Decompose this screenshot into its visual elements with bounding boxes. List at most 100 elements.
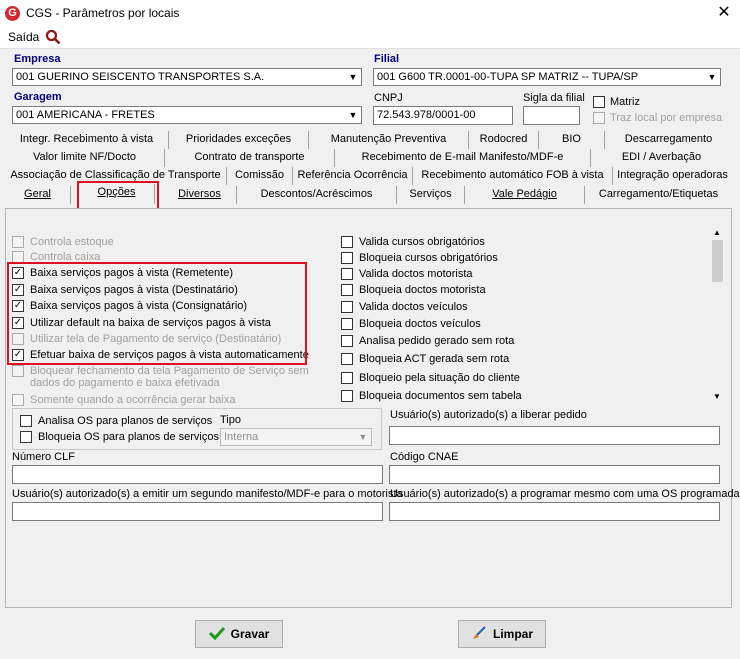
opt-label: Valida doctos veículos [359,301,468,313]
limpar-label: Limpar [492,627,533,641]
opt-label: Bloqueia documentos sem tabela [359,390,522,402]
checkbox[interactable] [341,318,353,330]
tab-integracao-operadoras[interactable]: Integração operadoras [613,167,732,185]
checkbox[interactable] [20,431,32,443]
scroll-up-icon[interactable]: ▲ [713,228,721,237]
usuario-manifesto-field[interactable] [12,502,383,521]
usuario-liberar-field[interactable] [389,426,720,445]
tab-referencia-ocorrencia[interactable]: Referência Ocorrência [293,167,413,185]
options-scrollbar[interactable]: ▲ ▼ [710,226,725,406]
filial-value: 001 G600 TR.0001-00-TUPA SP MATRIZ -- TU… [377,71,639,83]
checkbox[interactable] [12,365,24,377]
sigla-field[interactable] [523,106,580,125]
filial-select[interactable]: 001 G600 TR.0001-00-TUPA SP MATRIZ -- TU… [373,68,721,86]
opt-label: Bloqueia doctos motorista [359,284,486,296]
checkbox[interactable] [12,394,24,406]
checkbox[interactable] [20,415,32,427]
chevron-down-icon[interactable]: ▼ [704,69,720,85]
matriz-option[interactable]: Matriz [593,96,640,108]
opt-label: Bloqueio pela situação do cliente [359,372,520,384]
matriz-checkbox[interactable] [593,96,605,108]
opt-valida-doctos-motorista[interactable]: Valida doctos motorista [341,268,473,280]
opt-controla-estoque[interactable]: Controla estoque [12,236,114,248]
opt-bloqueia-os[interactable]: Bloqueia OS para planos de serviços [20,431,219,443]
cnpj-label: CNPJ [374,92,403,104]
opt-analisa-os[interactable]: Analisa OS para planos de serviços [20,415,212,427]
tab-valor-limite[interactable]: Valor limite NF/Docto [5,149,165,167]
app-logo-icon: G [5,6,20,21]
tab-contrato-transporte[interactable]: Contrato de transporte [165,149,335,167]
opt-bloqueia-doctos-motorista[interactable]: Bloqueia doctos motorista [341,284,486,296]
tab-carregamento-etiquetas[interactable]: Carregamento/Etiquetas [585,186,732,204]
checkbox[interactable] [341,268,353,280]
gravar-button[interactable]: Gravar [195,620,283,648]
close-icon[interactable]: ✕ [712,2,736,24]
opt-bloqueia-act[interactable]: Bloqueia ACT gerada sem rota [341,353,509,365]
usuario-programar-field[interactable] [389,502,720,521]
menu-bar [0,28,740,48]
tab-geral[interactable]: Geral [5,186,71,204]
chevron-down-icon[interactable]: ▼ [345,69,361,85]
checkbox[interactable] [341,284,353,296]
scroll-down-icon[interactable]: ▼ [713,392,721,401]
opt-bloqueia-doctos-veiculos[interactable]: Bloqueia doctos veículos [341,318,481,330]
gravar-label: Gravar [230,627,270,641]
tab-vale-pedagio[interactable]: Vale Pedágio [465,186,585,204]
codigo-cnae-label: Código CNAE [390,451,459,463]
checkbox[interactable] [341,353,353,365]
tab-descontos-acrescimos[interactable]: Descontos/Acréscimos [237,186,397,204]
opt-valida-cursos[interactable]: Valida cursos obrigatórios [341,236,485,248]
tab-prioridades-excecoes[interactable]: Prioridades exceções [169,131,309,149]
opt-analisa-pedido[interactable]: Analisa pedido gerado sem rota [341,335,514,347]
sigla-label: Sigla da filial [523,92,585,104]
traz-local-option[interactable]: Traz local por empresa [593,112,722,124]
tab-recebimento-email[interactable]: Recebimento de E-mail Manifesto/MDF-e [335,149,591,167]
tab-rodocred[interactable]: Rodocred [469,131,539,149]
tab-integr-recebimento[interactable]: Integr. Recebimento à vista [5,131,169,149]
checkmark-icon [208,626,225,643]
empresa-select[interactable]: 001 GUERINO SEISCENTO TRANSPORTES S.A. ▼ [12,68,362,86]
tipo-select[interactable]: Interna ▼ [220,428,372,446]
checkbox[interactable] [341,236,353,248]
checkbox[interactable] [341,252,353,264]
opt-label: Analisa OS para planos de serviços [38,415,213,427]
opt-somente-quando[interactable]: Somente quando a ocorrência gerar baixa [12,394,235,406]
traz-local-checkbox[interactable] [593,112,605,124]
checkbox[interactable] [12,236,24,248]
tab-diversos[interactable]: Diversos [163,186,237,204]
garagem-select[interactable]: 001 AMERICANA - FRETES ▼ [12,106,362,124]
tab-edi-averbacao[interactable]: EDI / Averbação [591,149,732,167]
cnpj-field[interactable]: 72.543.978/0001-00 [373,106,513,125]
garagem-value: 001 AMERICANA - FRETES [16,109,155,121]
menu-saida[interactable]: Saída [8,30,39,44]
tab-descarregamento[interactable]: Descarregamento [605,131,732,149]
opt-bloqueia-documentos[interactable]: Bloqueia documentos sem tabela [341,390,522,402]
tab-servicos[interactable]: Serviços [397,186,465,204]
limpar-button[interactable]: Limpar [458,620,546,648]
tab-bio[interactable]: BIO [539,131,605,149]
checkbox[interactable] [341,301,353,313]
opt-bloqueio-situacao[interactable]: Bloqueio pela situação do cliente [341,372,520,384]
tab-manutencao-preventiva[interactable]: Manutenção Preventiva [309,131,469,149]
usuario-manifesto-label: Usuário(s) autorizado(s) a emitir um seg… [12,488,403,500]
opt-label: Bloqueia doctos veículos [359,318,481,330]
opt-valida-doctos-veiculos[interactable]: Valida doctos veículos [341,301,468,313]
checkbox[interactable] [341,390,353,402]
checkbox[interactable] [341,372,353,384]
opt-label: Analisa pedido gerado sem rota [359,335,515,347]
opt-label-line1: Bloquear fechamento da tela Pagamento de… [30,365,309,377]
numero-clf-field[interactable] [12,465,383,484]
opt-label: Bloqueia ACT gerada sem rota [359,353,510,365]
checkbox[interactable] [341,335,353,347]
chevron-down-icon[interactable]: ▼ [345,107,361,123]
opt-bloqueia-cursos[interactable]: Bloqueia cursos obrigatórios [341,252,498,264]
opt-label: Valida doctos motorista [359,268,473,280]
tipo-label: Tipo [220,414,241,426]
tab-comissao[interactable]: Comissão [227,167,293,185]
chevron-down-icon[interactable]: ▼ [355,429,371,445]
scroll-thumb[interactable] [712,240,723,282]
search-icon[interactable] [45,29,61,48]
opt-bloquear-fechamento[interactable]: Bloquear fechamento da tela Pagamento de… [12,365,309,389]
tab-recebimento-fob[interactable]: Recebimento automático FOB à vista [413,167,613,185]
codigo-cnae-field[interactable] [389,465,720,484]
